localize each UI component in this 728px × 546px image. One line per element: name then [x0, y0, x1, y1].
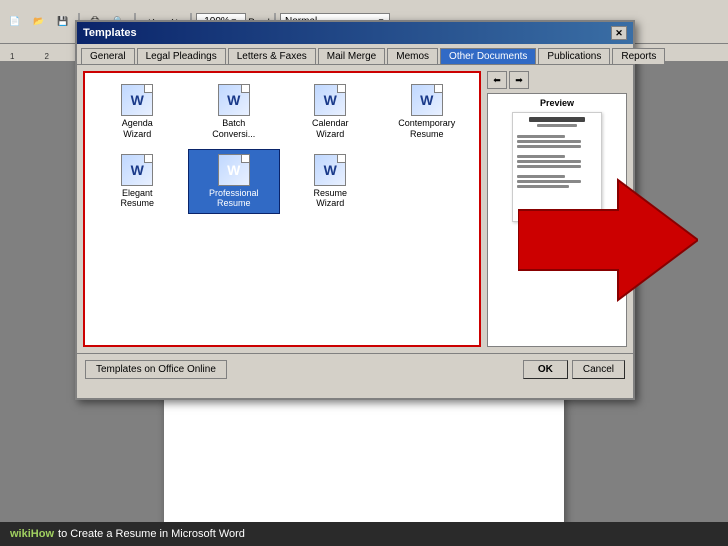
preview-section-1 [517, 135, 565, 138]
tab-legal-pleadings[interactable]: Legal Pleadings [137, 48, 226, 64]
template-calendar-wizard[interactable]: W CalendarWizard [284, 79, 377, 145]
tab-publications[interactable]: Publications [538, 48, 610, 64]
template-icon-resume-wizard: W [314, 154, 346, 186]
templates-grid: W AgendaWizard W BatchConversi... W Cale… [83, 71, 481, 347]
preview-name-line [529, 117, 585, 122]
preview-area: ⬅ ➡ Preview [487, 71, 627, 347]
dialog-content: W AgendaWizard W BatchConversi... W Cale… [77, 65, 633, 353]
wiki-logo: wikiHow [10, 528, 54, 540]
dialog-buttons-row: Templates on Office Online OK Cancel [77, 353, 633, 385]
preview-title: Preview [540, 98, 574, 108]
preview-btn-2[interactable]: ➡ [509, 71, 529, 89]
tab-memos[interactable]: Memos [387, 48, 438, 64]
tab-reports[interactable]: Reports [612, 48, 665, 64]
template-batch[interactable]: W BatchConversi... [188, 79, 281, 145]
preview-toolbar: ⬅ ➡ [487, 71, 627, 89]
template-label-batch: BatchConversi... [212, 118, 255, 140]
preview-content-3a [517, 180, 581, 183]
template-label-resume-wizard: ResumeWizard [313, 188, 347, 210]
preview-section-2 [517, 155, 565, 158]
template-contemporary-resume[interactable]: W ContemporaryResume [381, 79, 474, 145]
templates-dialog: Templates ✕ General Legal Pleadings Lett… [75, 20, 635, 400]
wiki-footer: wikiHow How to Create a Resume in Micros… [0, 522, 728, 546]
template-professional-resume[interactable]: W ProfessionalResume [188, 149, 281, 215]
preview-document [512, 112, 602, 222]
preview-content-2b [517, 165, 581, 168]
ok-cancel-group: OK Cancel [523, 360, 625, 379]
save-button[interactable]: 💾 [52, 12, 74, 32]
dialog-close-button[interactable]: ✕ [611, 26, 627, 40]
template-label-contemporary: ContemporaryResume [398, 118, 455, 140]
template-icon-contemporary: W [411, 84, 443, 116]
tab-other-documents[interactable]: Other Documents [440, 48, 536, 64]
dialog-titlebar: Templates ✕ [77, 22, 633, 44]
template-resume-wizard[interactable]: W ResumeWizard [284, 149, 377, 215]
template-icon-professional: W [218, 154, 250, 186]
preview-panel: Preview [487, 93, 627, 347]
preview-content-1a [517, 140, 581, 143]
template-icon-agenda: W [121, 84, 153, 116]
preview-content-2a [517, 160, 581, 163]
dialog-tabs: General Legal Pleadings Letters & Faxes … [77, 44, 633, 65]
new-button[interactable]: 📄 [4, 12, 26, 32]
template-icon-elegant: W [121, 154, 153, 186]
template-label-calendar: CalendarWizard [312, 118, 349, 140]
preview-section-3 [517, 175, 565, 178]
wiki-footer-text: How to Create a Resume in Microsoft Word [58, 528, 245, 540]
preview-btn-1[interactable]: ⬅ [487, 71, 507, 89]
preview-content-3b [517, 185, 569, 188]
template-agenda-wizard[interactable]: W AgendaWizard [91, 79, 184, 145]
template-label-elegant: ElegantResume [120, 188, 154, 210]
cancel-button[interactable]: Cancel [572, 360, 625, 379]
template-label-professional: ProfessionalResume [209, 188, 259, 210]
template-icon-batch: W [218, 84, 250, 116]
template-label-agenda: AgendaWizard [122, 118, 153, 140]
tab-mail-merge[interactable]: Mail Merge [318, 48, 385, 64]
dialog-title: Templates [83, 27, 137, 39]
open-button[interactable]: 📂 [28, 12, 50, 32]
tab-general[interactable]: General [81, 48, 135, 64]
template-icon-calendar: W [314, 84, 346, 116]
preview-content-1b [517, 145, 581, 148]
templates-online-button[interactable]: Templates on Office Online [85, 360, 227, 379]
tab-letters-faxes[interactable]: Letters & Faxes [228, 48, 316, 64]
ok-button[interactable]: OK [523, 360, 568, 379]
template-elegant-resume[interactable]: W ElegantResume [91, 149, 184, 215]
preview-subtitle-line [537, 124, 577, 127]
